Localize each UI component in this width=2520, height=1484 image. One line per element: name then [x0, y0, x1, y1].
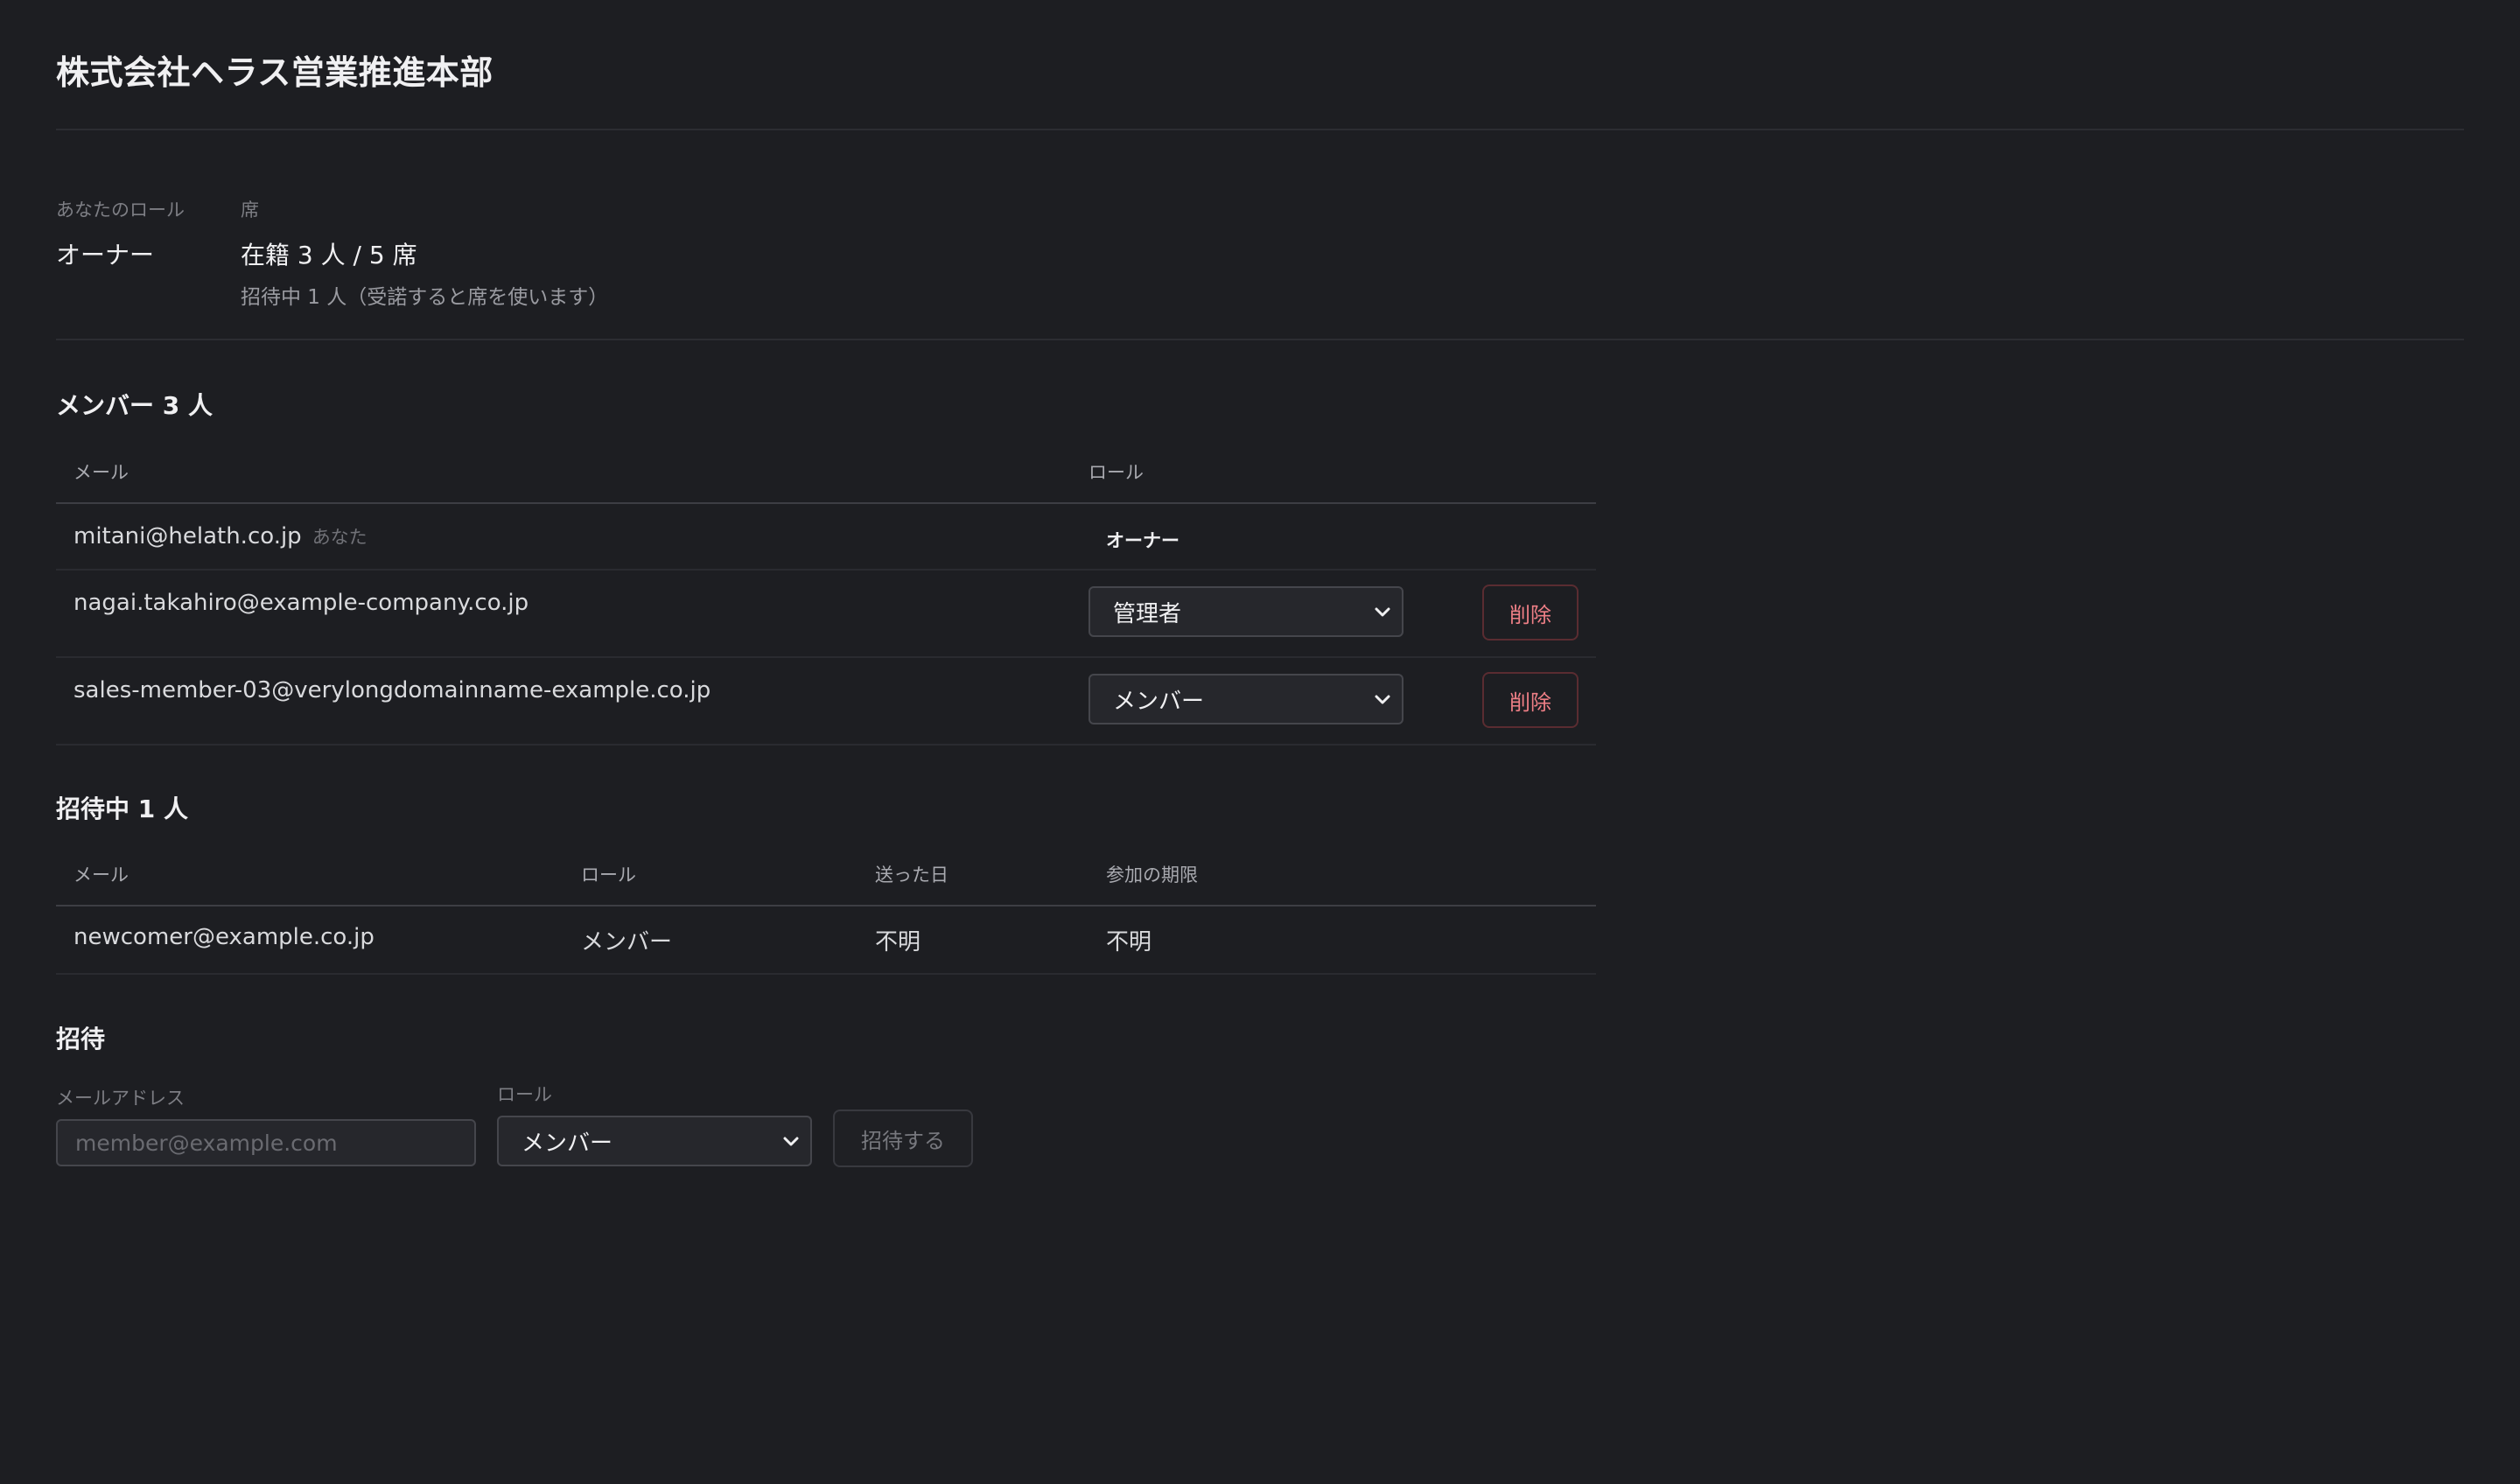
invites-table-header: メール ロール 送った日 参加の期限: [56, 840, 1596, 906]
invites-col-role: ロール: [581, 864, 636, 886]
invite-role-select-value: メンバー: [522, 1130, 613, 1157]
invite-role-select[interactable]: メンバー: [497, 1116, 812, 1166]
members-section-title: メンバー 3 人: [56, 391, 213, 420]
member-role-select-value: メンバー: [1113, 688, 1205, 715]
invite-email: newcomer@example.co.jp: [74, 924, 374, 950]
invite-form-title: 招待: [56, 1025, 106, 1054]
your-role-label: あなたのロール: [56, 200, 185, 220]
send-invite-button[interactable]: 招待する: [833, 1110, 973, 1167]
invite-email-label: メールアドレス: [56, 1088, 185, 1109]
member-role-select[interactable]: 管理者: [1088, 586, 1404, 637]
invites-col-sent: 送った日: [875, 864, 948, 886]
seats-value: 在籍 3 人 / 5 席: [241, 241, 417, 270]
invite-expires: 不明: [1106, 929, 1152, 956]
invites-col-expires: 参加の期限: [1106, 864, 1198, 886]
header-divider: [56, 129, 2464, 130]
org-settings-page: 株式会社ヘラス営業推進本部 あなたのロール オーナー 席 在籍 3 人 / 5 …: [0, 0, 2520, 1484]
member-email: sales-member-03@verylongdomainname-examp…: [74, 677, 711, 704]
invite-role-label: ロール: [497, 1084, 552, 1105]
invites-table: メール ロール 送った日 参加の期限 newcomer@example.co.j…: [56, 840, 1596, 975]
page-title: 株式会社ヘラス営業推進本部: [56, 53, 494, 92]
your-role-value: オーナー: [56, 241, 155, 270]
members-table: メール ロール mitani@helath.co.jp あなた オーナー naga…: [56, 438, 1596, 746]
invite-sent-date: 不明: [875, 929, 921, 956]
delete-member-button[interactable]: 削除: [1482, 672, 1578, 728]
member-role-owner: オーナー: [1106, 530, 1180, 551]
seats-label: 席: [241, 200, 259, 220]
table-row: mitani@helath.co.jp あなた オーナー: [56, 504, 1596, 570]
seats-note: 招待中 1 人（受諾すると席を使います）: [241, 286, 609, 309]
invite-email-input[interactable]: [56, 1119, 476, 1166]
member-email: mitani@helath.co.jp あなた: [74, 523, 368, 550]
invites-section-title: 招待中 1 人: [56, 794, 188, 823]
chevron-down-icon: [783, 1137, 799, 1146]
member-role-select[interactable]: メンバー: [1088, 674, 1404, 724]
chevron-down-icon: [1375, 607, 1390, 617]
delete-member-button[interactable]: 削除: [1482, 584, 1578, 640]
member-email: nagai.takahiro@example-company.co.jp: [74, 590, 529, 616]
chevron-down-icon: [1375, 695, 1390, 704]
members-col-role: ロール: [1088, 462, 1144, 483]
table-row: newcomer@example.co.jp メンバー 不明 不明: [56, 906, 1596, 975]
you-badge: あなた: [312, 527, 368, 548]
invites-col-email: メール: [74, 864, 129, 886]
invite-role: メンバー: [581, 929, 673, 956]
summary-divider: [56, 339, 2464, 340]
members-col-email: メール: [74, 462, 129, 483]
table-row: nagai.takahiro@example-company.co.jp 管理者…: [56, 570, 1596, 658]
table-row: sales-member-03@verylongdomainname-examp…: [56, 658, 1596, 746]
members-table-header: メール ロール: [56, 438, 1596, 504]
member-role-select-value: 管理者: [1113, 600, 1182, 627]
